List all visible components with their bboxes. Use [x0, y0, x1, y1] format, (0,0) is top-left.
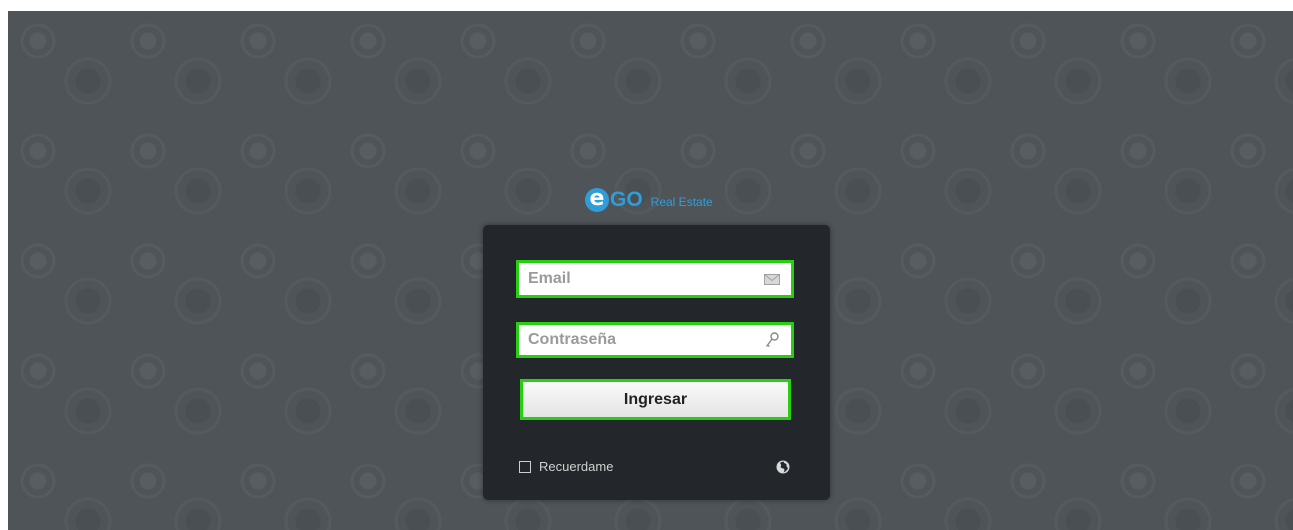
password-input[interactable]: [528, 331, 763, 349]
remember-label: Recuerdame: [539, 459, 614, 474]
email-input[interactable]: [528, 270, 763, 288]
globe-icon[interactable]: [776, 460, 790, 474]
email-field-wrapper: [516, 260, 794, 298]
logo-tagline: Real Estate: [650, 194, 713, 209]
key-icon: [763, 332, 781, 348]
brand-logo: e GO Real Estate: [585, 187, 713, 213]
login-button[interactable]: Ingresar: [520, 379, 791, 420]
login-page: e GO Real Estate Ingresar: [8, 11, 1293, 530]
logo-go-text: GO: [610, 188, 643, 211]
logo-e-mark: e: [585, 188, 609, 212]
password-field-wrapper: [516, 322, 794, 358]
login-card: Ingresar Recuerdame: [483, 225, 830, 500]
remember-checkbox[interactable]: [519, 460, 531, 473]
remember-me[interactable]: Recuerdame: [519, 459, 613, 474]
envelope-icon: [763, 272, 781, 286]
